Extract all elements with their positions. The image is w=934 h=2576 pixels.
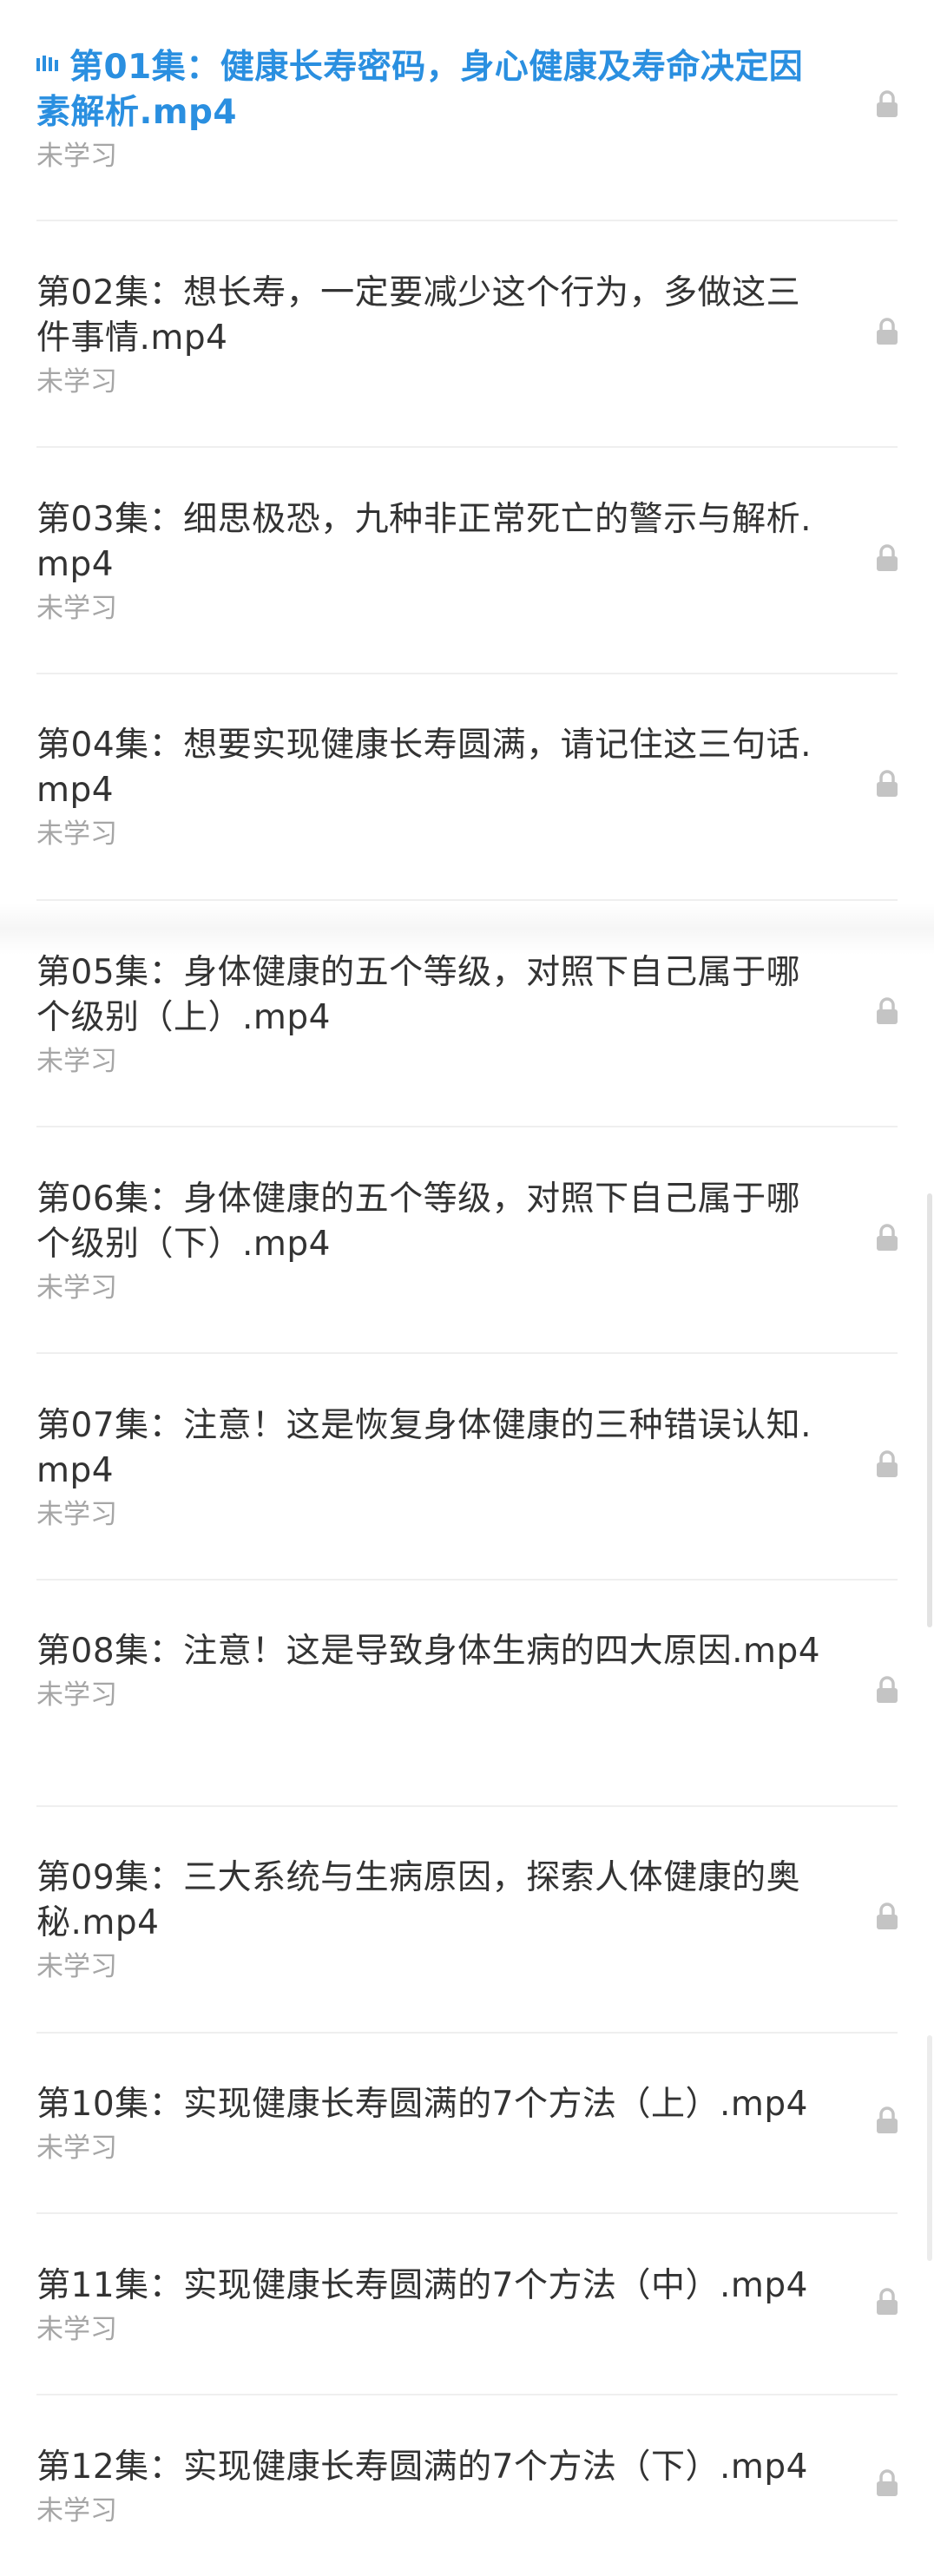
episode-title: 第03集：细思极恐，九种非正常死亡的警示与解析.mp4	[36, 500, 812, 584]
list-item[interactable]: 第07集：注意！这是恢复身体健康的三种错误认知.mp4 未学习	[0, 1403, 934, 1534]
status-text: 未学习	[36, 2495, 117, 2527]
list-item[interactable]: 第01集：健康长寿密码，身心健康及寿命决定因素解析.mp4 未学习	[0, 45, 934, 175]
list-item[interactable]: 第05集：身体健康的五个等级，对照下自己属于哪个级别（上）.mp4 未学习	[0, 950, 934, 1081]
divider	[36, 2032, 898, 2034]
episode-title: 第11集：实现健康长寿圆满的7个方法（中）.mp4	[36, 2266, 808, 2305]
episode-title-text: 第01集：健康长寿密码，身心健康及寿命决定因素解析.mp4	[36, 48, 804, 132]
list-item[interactable]: 第12集：实现健康长寿圆满的7个方法（下）.mp4 未学习	[0, 2445, 934, 2530]
scrollbar-secondary	[927, 2035, 932, 2261]
lock-icon	[877, 1676, 898, 1703]
episode-title: 第07集：注意！这是恢复身体健康的三种错误认知.mp4	[36, 1406, 812, 1490]
list-item[interactable]: 第06集：身体健康的五个等级，对照下自己属于哪个级别（下）.mp4 未学习	[0, 1177, 934, 1307]
divider	[36, 446, 898, 448]
list-item[interactable]: 第09集：三大系统与生病原因，探索人体健康的奥秘.mp4 未学习	[0, 1856, 934, 1986]
lock-icon	[877, 2469, 898, 2496]
status-text: 未学习	[36, 2314, 117, 2345]
lock-icon	[877, 1902, 898, 1929]
episode-title: 第06集：身体健康的五个等级，对照下自己属于哪个级别（下）.mp4	[36, 1180, 801, 1264]
episode-title: 第10集：实现健康长寿圆满的7个方法（上）.mp4	[36, 2085, 808, 2124]
episode-title: 第05集：身体健康的五个等级，对照下自己属于哪个级别（上）.mp4	[36, 953, 801, 1037]
list-item[interactable]: 第11集：实现健康长寿圆满的7个方法（中）.mp4 未学习	[0, 2264, 934, 2349]
list-item[interactable]: 第02集：想长寿，一定要减少这个行为，多做这三件事情.mp4 未学习	[0, 271, 934, 401]
episode-title: 第02集：想长寿，一定要减少这个行为，多做这三件事情.mp4	[36, 273, 801, 358]
section-gap	[0, 903, 934, 955]
status-text: 未学习	[36, 1951, 117, 1982]
episode-title: 第04集：想要实现健康长寿圆满，请记住这三句话.mp4	[36, 726, 812, 810]
list-item[interactable]: 第08集：注意！这是导致身体生病的四大原因.mp4 未学习	[0, 1629, 934, 1714]
status-text: 未学习	[36, 818, 117, 850]
lock-icon	[877, 770, 898, 797]
lock-icon	[877, 1224, 898, 1251]
divider	[36, 1579, 898, 1580]
status-text: 未学习	[36, 1046, 117, 1077]
scrollbar[interactable]	[927, 1193, 932, 1627]
lock-icon	[877, 318, 898, 345]
divider	[36, 2394, 898, 2395]
list-item[interactable]: 第04集：想要实现健康长寿圆满，请记住这三句话.mp4 未学习	[0, 723, 934, 853]
status-text: 未学习	[36, 1499, 117, 1530]
divider	[36, 1352, 898, 1354]
playing-bars-icon	[36, 56, 58, 71]
divider	[36, 220, 898, 221]
divider	[36, 2212, 898, 2214]
status-text: 未学习	[36, 593, 117, 624]
episode-title: 第01集：健康长寿密码，身心健康及寿命决定因素解析.mp4	[36, 45, 830, 135]
list-item[interactable]: 第03集：细思极恐，九种非正常死亡的警示与解析.mp4 未学习	[0, 497, 934, 628]
lock-icon	[877, 1450, 898, 1477]
divider	[36, 1805, 898, 1807]
divider	[36, 673, 898, 674]
status-text: 未学习	[36, 1679, 117, 1711]
list-item[interactable]: 第10集：实现健康长寿圆满的7个方法（上）.mp4 未学习	[0, 2082, 934, 2167]
lock-icon	[877, 2288, 898, 2315]
lock-icon	[877, 90, 898, 117]
lock-icon	[877, 2106, 898, 2133]
lock-icon	[877, 544, 898, 571]
episode-title: 第12集：实现健康长寿圆满的7个方法（下）.mp4	[36, 2448, 808, 2487]
status-text: 未学习	[36, 366, 117, 398]
status-text: 未学习	[36, 2132, 117, 2164]
divider	[36, 1126, 898, 1127]
status-text: 未学习	[36, 141, 117, 172]
divider	[36, 899, 898, 901]
status-text: 未学习	[36, 1272, 117, 1304]
episode-title: 第09集：三大系统与生病原因，探索人体健康的奥秘.mp4	[36, 1858, 801, 1942]
episode-title: 第08集：注意！这是导致身体生病的四大原因.mp4	[36, 1632, 821, 1671]
lock-icon	[877, 997, 898, 1024]
